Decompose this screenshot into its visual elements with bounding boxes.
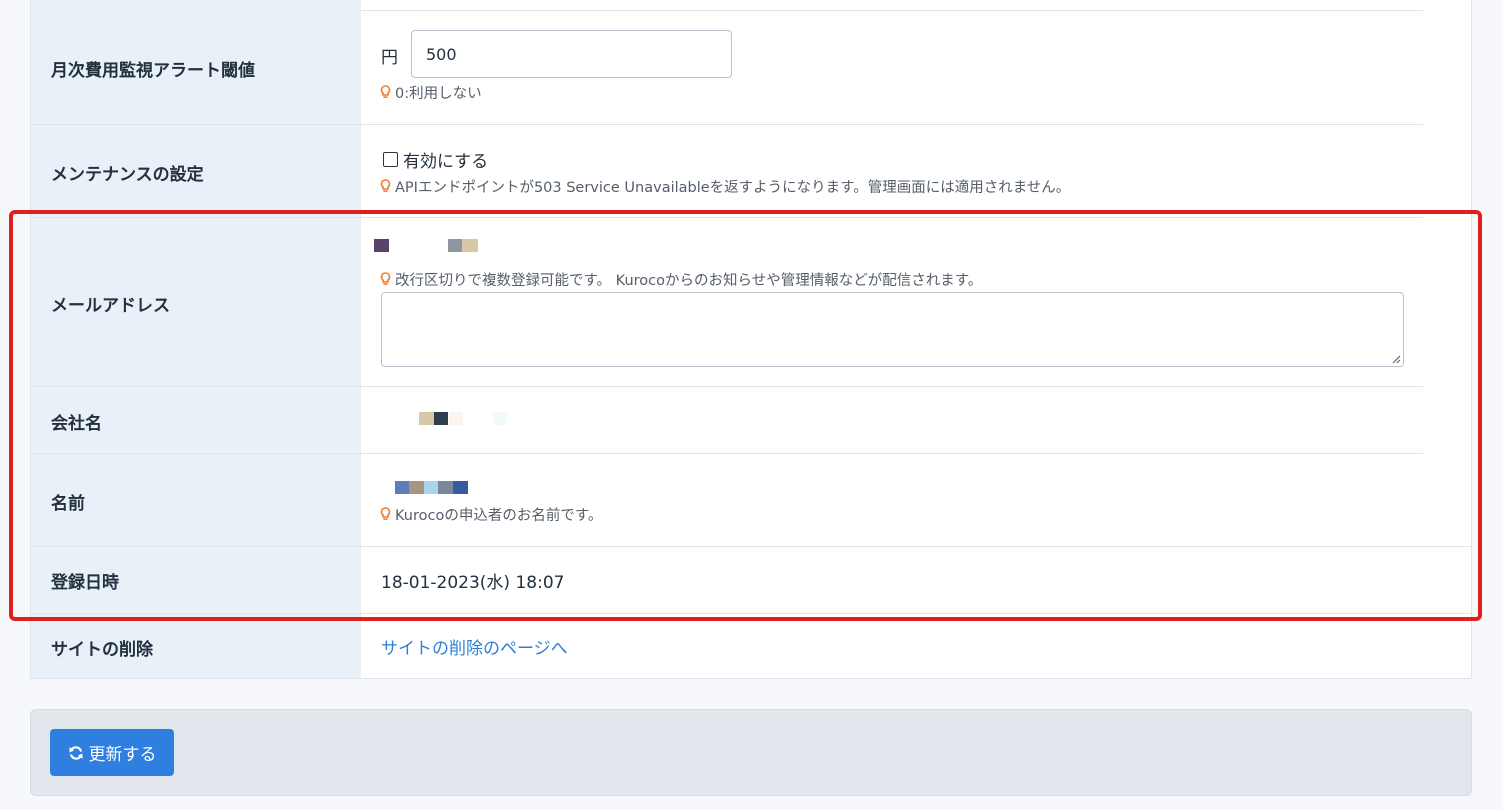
email-label: メールアドレス — [51, 296, 170, 316]
name-label: 名前 — [51, 494, 85, 514]
monthly-alert-input[interactable]: 500 — [411, 30, 732, 78]
maintenance-label: メンテナンスの設定 — [51, 165, 204, 185]
lightbulb-icon — [380, 85, 391, 98]
resize-handle-icon[interactable] — [1391, 354, 1401, 364]
row-divider — [361, 10, 1423, 11]
monthly-alert-value: 500 — [426, 44, 457, 64]
name-help-text: Kurocoの申込者のお名前です。 — [395, 508, 603, 524]
lightbulb-icon — [380, 179, 391, 192]
refresh-icon — [69, 745, 82, 760]
email-help-text: 改行区切りで複数登録可能です。 Kurocoからのお知らせや管理情報などが配信さ… — [395, 273, 983, 289]
registered-at-value: 18-01-2023(水) 18:07 — [381, 573, 565, 593]
row-divider — [31, 613, 1473, 614]
delete-site-link[interactable]: サイトの削除のページへ — [381, 634, 568, 659]
settings-panel: 月次費用監視アラート閾値 円 500 0:利用しない メンテナンスの設定 有効に… — [30, 0, 1473, 679]
currency-unit: 円 — [381, 48, 398, 68]
delete-site-label: サイトの削除 — [51, 640, 153, 660]
row-divider — [31, 453, 1423, 454]
lightbulb-icon — [380, 507, 391, 520]
row-divider — [31, 217, 1423, 218]
monthly-alert-help-text: 0:利用しない — [395, 86, 482, 102]
maintenance-checkbox-group[interactable]: 有効にする — [383, 147, 488, 172]
maintenance-checkbox[interactable] — [383, 152, 398, 167]
name-help: Kurocoの申込者のお名前です。 — [379, 504, 602, 525]
company-label: 会社名 — [51, 414, 102, 434]
row-divider — [31, 386, 1423, 387]
email-textarea[interactable] — [381, 292, 1404, 367]
registered-at-label: 登録日時 — [51, 573, 119, 593]
action-bar: 更新する — [30, 709, 1472, 796]
lightbulb-icon — [380, 272, 391, 285]
monthly-alert-help: 0:利用しない — [379, 82, 482, 103]
row-divider — [31, 546, 1473, 547]
monthly-alert-label: 月次費用監視アラート閾値 — [51, 61, 255, 81]
maintenance-help-text: APIエンドポイントが503 Service Unavailableを返すように… — [395, 180, 1071, 196]
update-button[interactable]: 更新する — [50, 729, 174, 776]
row-divider — [31, 124, 1423, 125]
maintenance-help: APIエンドポイントが503 Service Unavailableを返すように… — [379, 176, 1070, 197]
email-help: 改行区切りで複数登録可能です。 Kurocoからのお知らせや管理情報などが配信さ… — [379, 269, 982, 290]
maintenance-checkbox-label[interactable]: 有効にする — [403, 147, 488, 172]
update-button-label: 更新する — [88, 745, 157, 765]
